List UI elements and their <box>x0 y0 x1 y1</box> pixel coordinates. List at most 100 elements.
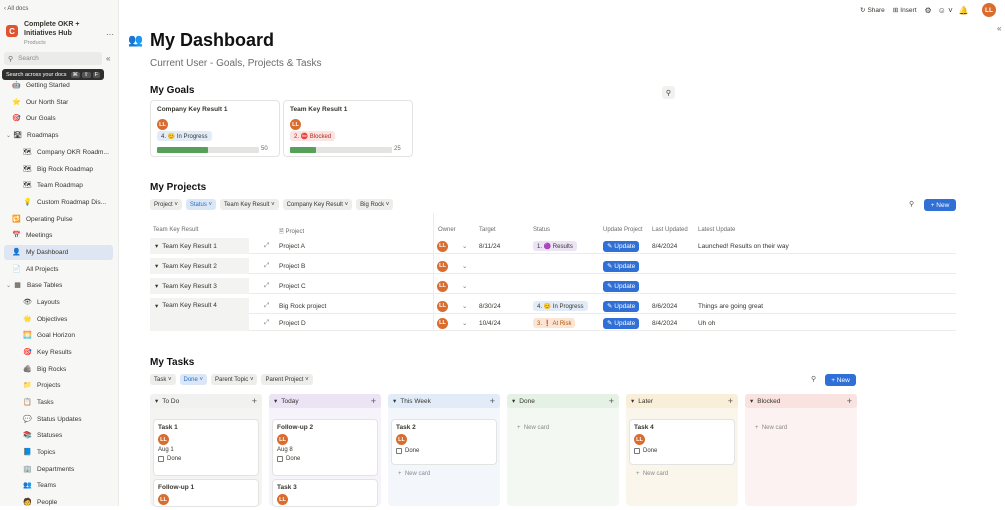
collapse-right-panel-icon[interactable]: « <box>997 24 1001 33</box>
sidebar-item-roadmaps[interactable]: ⌄ 🛣 Roadmaps <box>4 128 113 143</box>
add-card-icon[interactable]: + <box>609 396 614 406</box>
sidebar-item-base-tables[interactable]: ⌄ ▦ Base Tables <box>4 278 113 293</box>
goal-card[interactable]: Team Key Result 1 LL 2. ⛔ Blocked 25 <box>283 100 413 157</box>
sidebar-item-departments[interactable]: 🏢 Departments <box>4 462 113 477</box>
comment-icon[interactable]: ☺ ˅ <box>938 6 953 15</box>
column-header[interactable]: ▾ Blocked + <box>745 394 857 408</box>
filter-company-key-result[interactable]: Company Key Result ˅ <box>282 199 353 210</box>
filter-project[interactable]: Project ˅ <box>150 199 182 210</box>
checkbox-icon[interactable] <box>277 456 283 462</box>
caret-down-icon[interactable]: ▾ <box>393 397 396 405</box>
filter-parent-project[interactable]: Parent Project ˅ <box>261 374 313 385</box>
group-cell[interactable]: ▾ Team Key Result 4 <box>150 298 249 331</box>
chevron-down-icon[interactable]: ⌄ <box>462 242 467 250</box>
update-button[interactable]: ✎ Update <box>603 300 640 312</box>
chevron-down-icon[interactable]: ⌄ <box>462 262 467 270</box>
sidebar-item-meetings[interactable]: 📅 Meetings <box>4 228 113 243</box>
new-task-button[interactable]: + New <box>825 374 856 386</box>
sidebar-item-people[interactable]: 🧑 People <box>4 495 113 510</box>
done-checkbox[interactable]: Done <box>277 456 373 462</box>
caret-down-icon[interactable]: ▾ <box>274 397 277 405</box>
target-date[interactable]: 8/11/24 <box>479 238 500 254</box>
table-row[interactable]: ⤢ Project D LL ⌄ 10/4/24 3. ❗ At Risk ✎ U… <box>249 315 956 331</box>
sidebar-item-projects[interactable]: 📁 Projects <box>4 378 113 393</box>
sidebar-item-north-star[interactable]: ⭐ Our North Star <box>4 95 113 110</box>
add-card-icon[interactable]: + <box>252 396 257 406</box>
owner-avatar[interactable]: LL <box>437 240 448 252</box>
update-button[interactable]: ✎ Update <box>603 240 640 252</box>
tasks-search-icon[interactable]: ⚲ <box>811 375 816 383</box>
task-card[interactable]: Follow-up 1 LL <box>154 480 258 506</box>
sidebar-item-status-updates[interactable]: 💬 Status Updates <box>4 412 113 427</box>
caret-down-icon[interactable]: ▾ <box>155 282 158 290</box>
sidebar-item-big-rock-roadmap[interactable]: 🗺 Big Rock Roadmap <box>4 162 113 177</box>
group-cell[interactable]: ▾ Team Key Result 3 <box>150 278 249 294</box>
goal-card[interactable]: Company Key Result 1 LL 4. 😊 In Progress… <box>150 100 280 157</box>
filter-done[interactable]: Done ˅ <box>179 374 208 385</box>
add-card-icon[interactable]: + <box>728 396 733 406</box>
gear-icon[interactable]: ⚙ <box>925 6 932 15</box>
owner-avatar[interactable]: LL <box>437 260 448 272</box>
sidebar-item-objectives[interactable]: 🌟 Objectives <box>4 312 113 327</box>
task-card[interactable]: Task 2 LL Done <box>392 420 496 464</box>
column-header[interactable]: ▾ To Do + <box>150 394 262 408</box>
add-card-icon[interactable]: + <box>847 396 852 406</box>
target-date[interactable]: 8/30/24 <box>479 298 501 314</box>
task-card[interactable]: Follow-up 2 LL Aug 8 Done <box>273 420 377 475</box>
chevron-down-icon[interactable]: ⌄ <box>462 319 467 327</box>
sidebar-item-statuses[interactable]: 📚 Statuses <box>4 428 113 443</box>
goals-search-icon[interactable]: ⚲ <box>662 86 675 99</box>
sidebar-item-goal-horizon[interactable]: 🌅 Goal Horizon <box>4 328 113 343</box>
group-cell[interactable]: ▾ Team Key Result 1 <box>150 238 249 254</box>
checkbox-icon[interactable] <box>158 456 164 462</box>
task-card[interactable]: Task 4 LL Done <box>630 420 734 464</box>
sidebar-item-operating-pulse[interactable]: 🔁 Operating Pulse <box>4 212 113 227</box>
checkbox-icon[interactable] <box>396 448 402 454</box>
group-cell[interactable]: ▾ Team Key Result 2 <box>150 258 249 274</box>
sidebar-item-tasks[interactable]: 📋 Tasks <box>4 395 113 410</box>
add-card-icon[interactable]: + <box>490 396 495 406</box>
filter-parent-topic[interactable]: Parent Topic ˅ <box>211 374 258 385</box>
filter-status[interactable]: Status ˅ <box>185 199 217 210</box>
table-row[interactable]: ▾ Team Key Result 4 ⤢ Big Rock project LL… <box>150 298 956 331</box>
table-row[interactable]: ▾ Team Key Result 3 ⤢ Project C LL ⌄ ✎ Upd… <box>150 278 956 294</box>
sidebar-item-getting-started[interactable]: 🤖 Getting Started <box>4 78 113 93</box>
more-icon[interactable]: ⋯ <box>106 30 114 39</box>
caret-down-icon[interactable]: ▾ <box>155 262 158 270</box>
chevron-down-icon[interactable]: ⌄ <box>462 302 467 310</box>
checkbox-icon[interactable] <box>634 448 640 454</box>
caret-down-icon[interactable]: ▾ <box>750 397 753 405</box>
sidebar-item-my-dashboard[interactable]: 👤 My Dashboard <box>4 245 113 260</box>
task-card[interactable]: Task 3 LL <box>273 480 377 506</box>
new-card-button[interactable]: + New card <box>517 425 549 431</box>
table-row[interactable]: ▾ Team Key Result 1 ⤢ Project A LL ⌄ 8/11/… <box>150 238 956 254</box>
expand-icon[interactable]: ⤢ <box>264 238 269 254</box>
projects-search-icon[interactable]: ⚲ <box>909 200 914 208</box>
owner-avatar[interactable]: LL <box>437 280 448 292</box>
sidebar-item-all-projects[interactable]: 📄 All Projects <box>4 262 113 277</box>
project-name[interactable]: Project B <box>279 258 305 274</box>
sidebar-item-layouts[interactable]: 👁 Layouts <box>4 295 113 310</box>
project-name[interactable]: Project C <box>279 278 306 294</box>
doc-title[interactable]: Complete OKR + Initiatives Hub <box>24 20 102 38</box>
sidebar-item-key-results[interactable]: 🎯 Key Results <box>4 345 113 360</box>
done-checkbox[interactable]: Done <box>396 448 492 454</box>
project-name[interactable]: Big Rock project <box>279 298 326 314</box>
done-checkbox[interactable]: Done <box>158 456 254 462</box>
caret-down-icon[interactable]: ▾ <box>512 397 515 405</box>
sidebar-item-our-goals[interactable]: 🎯 Our Goals <box>4 111 113 126</box>
sidebar-item-company-okr-roadmap[interactable]: 🗺 Company OKR Roadm... <box>4 145 113 160</box>
target-date[interactable]: 10/4/24 <box>479 315 501 331</box>
done-checkbox[interactable]: Done <box>634 448 730 454</box>
column-header[interactable]: ▾ Done + <box>507 394 619 408</box>
column-header[interactable]: ▾ Later + <box>626 394 738 408</box>
update-button[interactable]: ✎ Update <box>603 260 640 272</box>
task-card[interactable]: Task 1 LL Aug 1 Done <box>154 420 258 475</box>
search-input[interactable]: ⚲ Search <box>4 52 102 65</box>
chevron-down-icon[interactable]: ⌄ <box>6 132 11 139</box>
project-name[interactable]: Project D <box>279 315 306 331</box>
status-badge[interactable]: 1. 🟣 Results <box>533 241 577 251</box>
user-avatar[interactable]: LL <box>982 3 996 17</box>
sidebar-item-teams[interactable]: 👥 Teams <box>4 478 113 493</box>
sidebar-item-topics[interactable]: 📘 Topics <box>4 445 113 460</box>
